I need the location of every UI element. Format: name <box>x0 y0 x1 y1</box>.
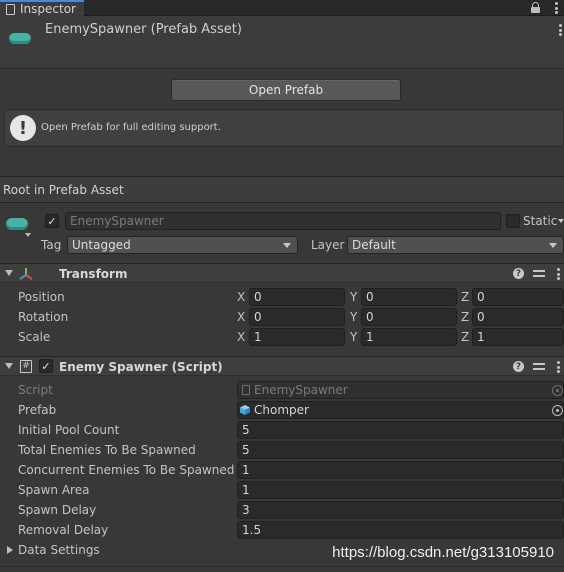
total-enemies-label: Total Enemies To Be Spawned <box>18 443 196 457</box>
tag-label: Tag <box>41 238 62 252</box>
chevron-down-icon <box>549 243 557 248</box>
tag-value: Untagged <box>72 238 131 252</box>
root-label: Root in Prefab Asset <box>3 182 124 197</box>
script-value: EnemySpawner <box>254 383 348 397</box>
object-picker-icon[interactable] <box>552 405 563 416</box>
rotation-x-field[interactable]: 0 <box>249 308 345 326</box>
info-exclamation-icon: ! <box>10 115 36 141</box>
script-enabled-checkbox[interactable]: ✓ <box>39 359 53 373</box>
gameobject-active-checkbox[interactable]: ✓ <box>45 214 59 228</box>
tab-inspector[interactable]: Inspector <box>0 0 84 16</box>
position-z-field[interactable]: 0 <box>472 288 564 306</box>
divider <box>0 566 564 567</box>
script-icon: # <box>20 360 32 373</box>
spawn-delay-label: Spawn Delay <box>18 503 97 517</box>
gameobject-name-field[interactable]: EnemySpawner <box>65 212 501 230</box>
axis-x-label: X <box>237 310 246 324</box>
scale-z-field[interactable]: 1 <box>472 328 564 346</box>
tag-dropdown[interactable]: Untagged <box>67 236 298 254</box>
rotation-label: Rotation <box>18 310 69 324</box>
data-settings-foldout-icon[interactable] <box>7 546 13 554</box>
layer-label: Layer <box>311 238 345 252</box>
axis-z-label: Z <box>461 310 470 324</box>
watermark-text: https://blog.csdn.net/g313105910 <box>332 544 554 561</box>
data-settings-foldout[interactable]: Data Settings <box>18 543 100 557</box>
script-label: Script <box>18 383 53 397</box>
component-menu-icon[interactable] <box>556 361 560 373</box>
presets-icon[interactable] <box>533 268 545 279</box>
script-field: EnemySpawner <box>237 381 564 399</box>
spawn-area-label: Spawn Area <box>18 483 90 497</box>
help-icon[interactable]: ? <box>513 361 524 372</box>
icon-dropdown-icon[interactable] <box>25 233 31 237</box>
foldout-arrow-icon[interactable] <box>5 363 13 369</box>
help-message: Open Prefab for full editing support. <box>41 122 221 133</box>
scale-label: Scale <box>18 330 51 344</box>
prefab-label: Prefab <box>18 403 57 417</box>
concurrent-enemies-label: Concurrent Enemies To Be Spawned <box>18 463 235 477</box>
help-box: ! Open Prefab for full editing support. <box>4 109 564 147</box>
root-in-prefab-header: Root in Prefab Asset <box>0 176 564 203</box>
inspector-header: EnemySpawner (Prefab Asset) <box>0 16 564 69</box>
prefab-cube-icon <box>240 405 250 415</box>
lock-icon[interactable] <box>531 2 540 13</box>
rotation-y-field[interactable]: 0 <box>361 308 457 326</box>
open-prefab-button[interactable]: Open Prefab <box>171 79 401 101</box>
total-enemies-field[interactable]: 5 <box>237 441 564 459</box>
concurrent-enemies-field[interactable]: 1 <box>237 461 564 479</box>
position-label: Position <box>18 290 65 304</box>
scale-y-field[interactable]: 1 <box>361 328 457 346</box>
position-y-field[interactable]: 0 <box>361 288 457 306</box>
axis-x-label: X <box>237 290 246 304</box>
inspector-icon <box>5 4 15 15</box>
rotation-z-field[interactable]: 0 <box>472 308 564 326</box>
prefab-field[interactable]: Chomper <box>237 401 564 419</box>
header-menu-icon[interactable] <box>558 24 562 36</box>
layer-value: Default <box>352 238 396 252</box>
tab-bar: Inspector <box>0 0 564 16</box>
component-title: Enemy Spawner (Script) <box>59 360 223 374</box>
position-x-field[interactable]: 0 <box>249 288 345 306</box>
initial-pool-count-label: Initial Pool Count <box>18 423 120 437</box>
spawn-delay-field[interactable]: 3 <box>237 501 564 519</box>
script-component-header[interactable]: # ✓ Enemy Spawner (Script) ? <box>0 356 564 376</box>
component-title: Transform <box>59 267 128 281</box>
initial-pool-count-field[interactable]: 5 <box>237 421 564 439</box>
presets-icon[interactable] <box>533 361 545 372</box>
prefab-icon <box>9 33 31 44</box>
axis-y-label: Y <box>350 330 358 344</box>
axis-x-label: X <box>237 330 246 344</box>
axis-z-label: Z <box>461 330 470 344</box>
static-label: Static <box>523 214 558 228</box>
static-dropdown-icon[interactable] <box>558 219 564 223</box>
chevron-down-icon <box>283 243 291 248</box>
removal-delay-field[interactable]: 1.5 <box>237 521 564 539</box>
help-icon[interactable]: ? <box>513 268 524 279</box>
foldout-arrow-icon[interactable] <box>5 270 13 276</box>
axis-y-label: Y <box>350 290 358 304</box>
scale-x-field[interactable]: 1 <box>249 328 345 346</box>
axis-z-label: Z <box>461 290 470 304</box>
layer-dropdown[interactable]: Default <box>347 236 564 254</box>
component-menu-icon[interactable] <box>556 268 560 280</box>
page-title: EnemySpawner (Prefab Asset) <box>45 22 242 37</box>
prefab-value: Chomper <box>254 403 309 417</box>
removal-delay-label: Removal Delay <box>18 523 109 537</box>
axis-y-label: Y <box>350 310 358 324</box>
tab-menu-icon[interactable] <box>554 2 558 14</box>
transform-icon <box>19 268 33 280</box>
object-picker-icon <box>552 385 563 396</box>
spawn-area-field[interactable]: 1 <box>237 481 564 499</box>
gameobject-icon[interactable] <box>6 218 28 230</box>
transform-header[interactable]: Transform ? <box>0 263 564 283</box>
static-checkbox[interactable] <box>506 214 520 228</box>
tab-label: Inspector <box>20 2 76 16</box>
script-asset-icon <box>242 385 250 395</box>
